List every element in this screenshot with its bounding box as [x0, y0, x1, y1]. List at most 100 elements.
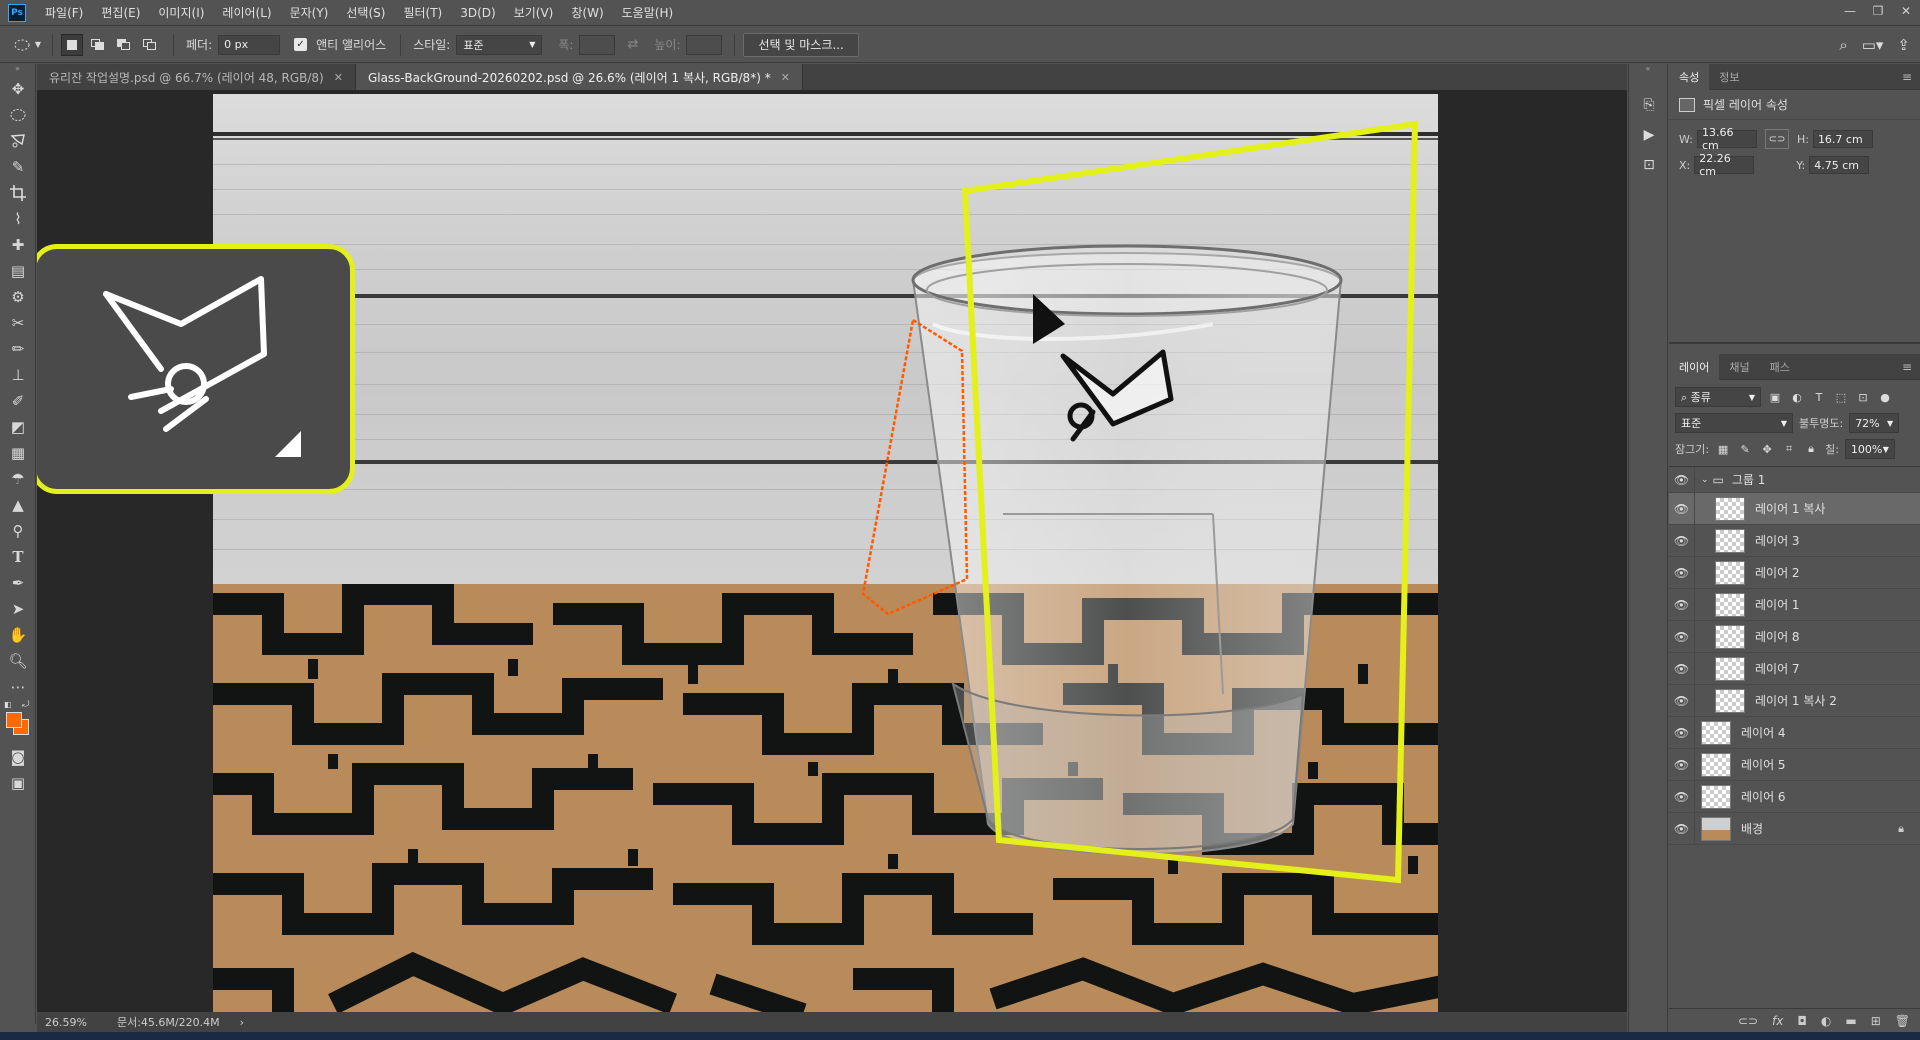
layer-row[interactable]: 👁︎ 레이어 6 — [1669, 780, 1920, 813]
blur-tool-icon[interactable]: ☂ — [0, 466, 36, 492]
menu-layer[interactable]: 레이어(L) — [213, 0, 280, 26]
screen-mode-icon[interactable]: ▣ — [0, 770, 36, 796]
menu-view[interactable]: 보기(V) — [505, 0, 563, 26]
healing-brush-tool-icon[interactable]: ✚ — [0, 232, 36, 258]
adjustment-layer-icon[interactable]: ◐ — [1821, 1014, 1831, 1028]
scissors-tool-icon[interactable]: ✂ — [0, 310, 36, 336]
eraser-tool-icon[interactable]: ◩ — [0, 414, 36, 440]
antialias-checkbox[interactable]: ✓ — [294, 38, 308, 51]
restore-icon[interactable]: ❐ — [1864, 0, 1892, 22]
path-selection-tool-icon[interactable]: ➤ — [0, 596, 36, 622]
layer-row[interactable]: 👁︎ 레이어 1 — [1669, 588, 1920, 621]
actions-panel-icon[interactable]: ▶ — [1629, 120, 1669, 150]
eye-icon[interactable]: 👁︎ — [1669, 748, 1695, 781]
collapse-icon[interactable]: » — [0, 64, 35, 76]
menu-window[interactable]: 창(W) — [562, 0, 612, 26]
lock-artboard-icon[interactable]: ⌗ — [1781, 441, 1797, 457]
eyedropper-tool-icon[interactable]: ⌇ — [0, 206, 36, 232]
feather-input[interactable]: 0 px — [218, 34, 281, 55]
filter-kind-select[interactable]: ⌕ 종류 ▼ — [1675, 387, 1761, 407]
delete-layer-icon[interactable]: 🗑︎ — [1895, 1014, 1910, 1028]
document-image[interactable] — [213, 94, 1438, 1012]
link-icon[interactable]: ⊂⊃ — [1764, 129, 1789, 149]
eye-icon[interactable]: 👁︎ — [1669, 466, 1695, 493]
share-icon[interactable]: ⇪ — [1897, 36, 1910, 54]
intersect-selection-button[interactable] — [139, 34, 161, 56]
sharpen-tool-icon[interactable]: ▲ — [0, 492, 36, 518]
crop-tool-icon[interactable] — [0, 180, 36, 206]
layer-row[interactable]: 👁︎ 레이어 7 — [1669, 652, 1920, 685]
zoom-tool-icon[interactable]: 🔍︎ — [0, 648, 36, 674]
move-tool-icon[interactable]: ✥ — [0, 76, 36, 102]
eye-icon[interactable]: 👁︎ — [1669, 684, 1695, 717]
tab-properties[interactable]: 속성 — [1669, 63, 1710, 90]
panel-menu-icon[interactable]: ≡ — [1902, 70, 1912, 84]
canvas-area[interactable] — [37, 90, 1627, 1012]
history-brush-tool-icon[interactable]: ✐ — [0, 388, 36, 414]
chevron-down-icon[interactable]: ⌄ — [1701, 475, 1709, 485]
link-layers-icon[interactable]: ⊂⊃ — [1738, 1014, 1758, 1028]
lock-pixels-icon[interactable]: ✎ — [1737, 441, 1753, 457]
eye-icon[interactable]: 👁︎ — [1669, 556, 1695, 589]
y-field[interactable]: 4.75 cm — [1809, 156, 1870, 174]
clone-source-panel-icon[interactable]: ⊡ — [1629, 150, 1669, 180]
image-filter-icon[interactable]: ▣ — [1767, 389, 1783, 405]
foreground-color-swatch[interactable] — [6, 712, 22, 728]
subtract-selection-button[interactable] — [113, 34, 135, 56]
bandage-tool-icon[interactable]: ▤ — [0, 258, 36, 284]
quick-mask-icon[interactable]: ◙ — [0, 744, 36, 770]
menu-help[interactable]: 도움말(H) — [613, 0, 683, 26]
layer-row[interactable]: 👁︎ 배경 🔒︎ — [1669, 812, 1920, 845]
menu-image[interactable]: 이미지(I) — [149, 0, 213, 26]
eye-icon[interactable]: 👁︎ — [1669, 652, 1695, 685]
dodge-tool-icon[interactable]: ⚲ — [0, 518, 36, 544]
add-mask-icon[interactable]: ◘ — [1797, 1014, 1807, 1028]
workspace-icon[interactable]: ▭▾ — [1862, 36, 1884, 54]
opacity-input[interactable]: 72% ▼ — [1849, 413, 1900, 433]
fx-icon[interactable]: fx — [1772, 1014, 1783, 1028]
eye-icon[interactable]: 👁︎ — [1669, 812, 1695, 845]
tab-channels[interactable]: 채널 — [1719, 354, 1759, 380]
tool-preset-picker[interactable]: ▼ — [10, 33, 44, 57]
swap-colors-icon[interactable]: ⤾ — [22, 700, 30, 710]
close-icon[interactable]: ✕ — [334, 71, 343, 84]
new-layer-icon[interactable]: ⊞ — [1871, 1014, 1881, 1028]
pen-tool-icon[interactable]: ✒ — [0, 570, 36, 596]
menu-type[interactable]: 문자(Y) — [281, 0, 338, 26]
menu-edit[interactable]: 편집(E) — [92, 0, 149, 26]
eye-icon[interactable]: 👁︎ — [1669, 620, 1695, 653]
tab-work-description[interactable]: 유리잔 작업설명.psd @ 66.7% (레이어 48, RGB/8) ✕ — [37, 64, 356, 90]
layer-group-row[interactable]: 👁︎ ⌄ ▭ 그룹 1 — [1669, 466, 1920, 493]
eye-icon[interactable]: 👁︎ — [1669, 588, 1695, 621]
menu-select[interactable]: 선택(S) — [337, 0, 394, 26]
lock-icon[interactable]: 🔒︎ — [1898, 822, 1904, 836]
add-selection-button[interactable] — [87, 34, 109, 56]
menu-file[interactable]: 파일(F) — [36, 0, 92, 26]
clone-stamp-tool-icon[interactable]: ⊥ — [0, 362, 36, 388]
gradient-tool-icon[interactable]: ▦ — [0, 440, 36, 466]
x-field[interactable]: 22.26 cm — [1694, 152, 1755, 178]
smart-object-filter-icon[interactable]: ⊡ — [1855, 389, 1871, 405]
width-input[interactable] — [579, 34, 616, 55]
layer-row[interactable]: 👁︎ 레이어 4 — [1669, 716, 1920, 749]
brush-tool-icon[interactable]: ✏ — [0, 336, 36, 362]
type-tool-icon[interactable]: T — [0, 544, 36, 570]
lasso-tool-icon[interactable] — [0, 128, 36, 154]
marquee-tool-icon[interactable] — [0, 102, 36, 128]
history-panel-icon[interactable]: ⎘ — [1629, 90, 1669, 120]
tab-paths[interactable]: 패스 — [1760, 354, 1800, 380]
tab-glass-background[interactable]: Glass-BackGround-20260202.psd @ 26.6% (레… — [355, 64, 803, 90]
adjustment-filter-icon[interactable]: ◐ — [1789, 389, 1805, 405]
filter-toggle-icon[interactable]: ● — [1877, 389, 1893, 405]
width-field[interactable]: 13.66 cm — [1696, 126, 1757, 152]
menu-3d[interactable]: 3D(D) — [451, 0, 504, 26]
height-field[interactable]: 16.7 cm — [1812, 130, 1873, 148]
stamp-tool-icon[interactable]: ⚙ — [0, 284, 36, 310]
shape-filter-icon[interactable]: ⬚ — [1833, 389, 1849, 405]
default-colors-icon[interactable]: ◧ — [4, 700, 12, 709]
tab-layers[interactable]: 레이어 — [1669, 353, 1720, 380]
layer-row[interactable]: 👁︎ 레이어 3 — [1669, 524, 1920, 557]
type-filter-icon[interactable]: T — [1811, 389, 1827, 405]
layer-row[interactable]: 👁︎ 레이어 2 — [1669, 556, 1920, 589]
lock-all-icon[interactable]: 🔒︎ — [1803, 441, 1819, 457]
